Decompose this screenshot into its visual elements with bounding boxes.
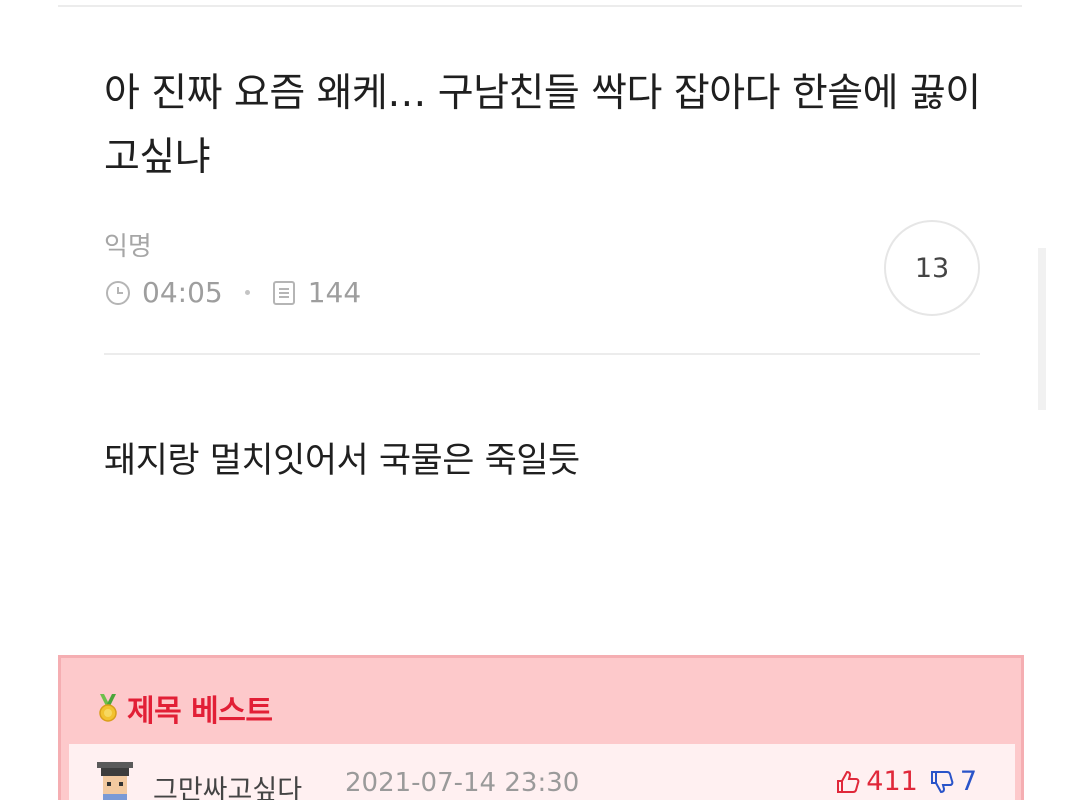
dislike-count: 7 bbox=[959, 766, 977, 797]
dislike-button[interactable]: 7 bbox=[928, 766, 977, 797]
best-header: 제목 베스트 bbox=[95, 686, 273, 730]
post-view-count: 144 bbox=[307, 276, 362, 309]
post-body: 돼지랑 멀치잇어서 국물은 죽일듯 bbox=[104, 441, 580, 481]
title-best-section: 제목 베스트 그만싸고싶다 2021-07-14 23:30 411 7 bbox=[58, 655, 1024, 800]
post-time: 04:05 bbox=[142, 276, 223, 309]
post-page: 아 진짜 요즘 왜케… 구남친들 싹다 잡아다 한솥에 끓이고싶냐 익명 04:… bbox=[0, 0, 1080, 800]
content-divider bbox=[104, 353, 980, 355]
best-header-label: 제목 베스트 bbox=[127, 694, 273, 729]
best-item-date: 2021-07-14 23:30 bbox=[345, 768, 580, 798]
avatar bbox=[91, 758, 139, 800]
post-author[interactable]: 익명 bbox=[104, 226, 152, 263]
thumbs-up-icon bbox=[837, 770, 860, 793]
thumbs-down-icon bbox=[930, 770, 954, 793]
vote-counts: 411 7 bbox=[834, 766, 977, 797]
top-divider bbox=[58, 5, 1022, 7]
like-button[interactable]: 411 bbox=[834, 766, 918, 797]
comment-count-button[interactable]: 13 bbox=[884, 220, 980, 316]
best-list-item[interactable]: 그만싸고싶다 2021-07-14 23:30 411 7 bbox=[69, 744, 1015, 800]
document-icon bbox=[270, 279, 298, 307]
meta-separator bbox=[244, 290, 250, 295]
post-meta: 04:05 144 bbox=[104, 276, 361, 309]
scrollbar[interactable] bbox=[1038, 248, 1046, 410]
best-item-nickname[interactable]: 그만싸고싶다 bbox=[153, 768, 302, 800]
clock-icon bbox=[104, 279, 132, 307]
medal-icon bbox=[95, 692, 121, 724]
like-count: 411 bbox=[866, 766, 918, 797]
post-title: 아 진짜 요즘 왜케… 구남친들 싹다 잡아다 한솥에 끓이고싶냐 bbox=[104, 71, 981, 180]
